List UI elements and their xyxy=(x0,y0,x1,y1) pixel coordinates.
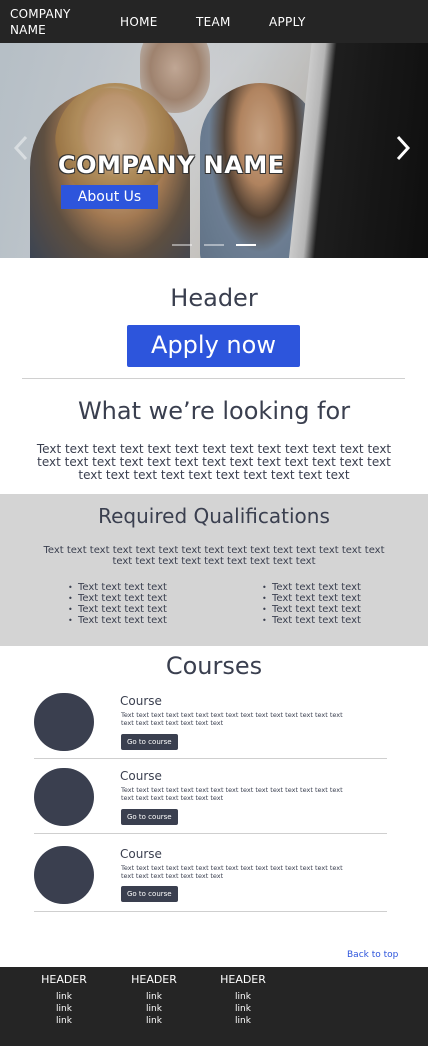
footer-link[interactable]: link xyxy=(34,1003,94,1015)
qualifications-list-right: Text text text text Text text text text … xyxy=(262,582,361,626)
list-item: Text text text text xyxy=(262,604,361,615)
course-title: Course xyxy=(120,769,162,783)
back-to-top-link[interactable]: Back to top xyxy=(347,950,398,960)
footer-link[interactable]: link xyxy=(124,991,184,1003)
nav-link-team[interactable]: TEAM xyxy=(196,15,231,29)
go-to-course-button[interactable]: Go to course xyxy=(121,886,178,902)
nav-link-apply[interactable]: APPLY xyxy=(269,15,306,29)
nav-link-home[interactable]: HOME xyxy=(120,15,158,29)
section-divider xyxy=(22,378,405,379)
footer-column-header: HEADER xyxy=(41,973,87,986)
chevron-left-icon[interactable] xyxy=(10,131,32,165)
hero-carousel: COMPANY NAME About Us xyxy=(0,43,428,258)
list-item: Text text text text xyxy=(262,593,361,604)
looking-for-title: What we’re looking for xyxy=(77,397,351,425)
course-thumbnail xyxy=(34,846,94,904)
course-description: Text text text text text text text text … xyxy=(121,786,343,802)
footer-column-header: HEADER xyxy=(220,973,266,986)
footer-column: HEADER link link link xyxy=(124,973,184,1027)
list-item: Text text text text xyxy=(68,615,167,626)
carousel-indicator-2[interactable] xyxy=(204,244,224,246)
course-title: Course xyxy=(120,694,162,708)
footer-column-header: HEADER xyxy=(131,973,177,986)
footer-link[interactable]: link xyxy=(213,1003,273,1015)
section-header: Header xyxy=(170,284,258,312)
apply-now-button[interactable]: Apply now xyxy=(127,325,300,367)
list-item: Text text text text xyxy=(68,593,167,604)
list-item: Text text text text xyxy=(262,615,361,626)
footer-link[interactable]: link xyxy=(34,991,94,1003)
course-description: Text text text text text text text text … xyxy=(121,711,343,727)
course-thumbnail xyxy=(34,768,94,826)
chevron-right-icon[interactable] xyxy=(392,131,414,165)
footer: HEADER link link link HEADER link link l… xyxy=(0,967,428,1046)
list-item: Text text text text xyxy=(262,582,361,593)
qualifications-title: Required Qualifications xyxy=(98,504,330,528)
footer-column: HEADER link link link xyxy=(213,973,273,1027)
go-to-course-button[interactable]: Go to course xyxy=(121,734,178,750)
carousel-indicator-3-active[interactable] xyxy=(236,244,256,246)
course-card: Course Text text text text text text tex… xyxy=(34,686,387,759)
course-title: Course xyxy=(120,847,162,861)
footer-link[interactable]: link xyxy=(213,1015,273,1027)
footer-link[interactable]: link xyxy=(124,1003,184,1015)
course-thumbnail xyxy=(34,693,94,751)
list-item: Text text text text xyxy=(68,604,167,615)
courses-title: Courses xyxy=(165,652,263,680)
list-item: Text text text text xyxy=(68,582,167,593)
about-us-button[interactable]: About Us xyxy=(61,185,158,209)
footer-link[interactable]: link xyxy=(34,1015,94,1027)
course-card: Course Text text text text text text tex… xyxy=(34,759,387,834)
looking-for-text: Text text text text text text text text … xyxy=(36,442,392,482)
footer-link[interactable]: link xyxy=(124,1015,184,1027)
qualifications-section: Required Qualifications Text text text t… xyxy=(0,494,428,646)
course-card: Course Text text text text text text tex… xyxy=(34,834,387,912)
top-navbar: COMPANY NAME HOME TEAM APPLY xyxy=(0,0,428,43)
course-description: Text text text text text text text text … xyxy=(121,864,343,880)
carousel-indicator-1[interactable] xyxy=(172,244,192,246)
footer-column: HEADER link link link xyxy=(34,973,94,1027)
brand-logo-text[interactable]: COMPANY NAME xyxy=(10,6,100,38)
qualifications-list-left: Text text text text Text text text text … xyxy=(68,582,167,626)
hero-title: COMPANY NAME xyxy=(58,151,285,179)
go-to-course-button[interactable]: Go to course xyxy=(121,809,178,825)
qualifications-text: Text text text text text text text text … xyxy=(43,545,385,567)
footer-link[interactable]: link xyxy=(213,991,273,1003)
